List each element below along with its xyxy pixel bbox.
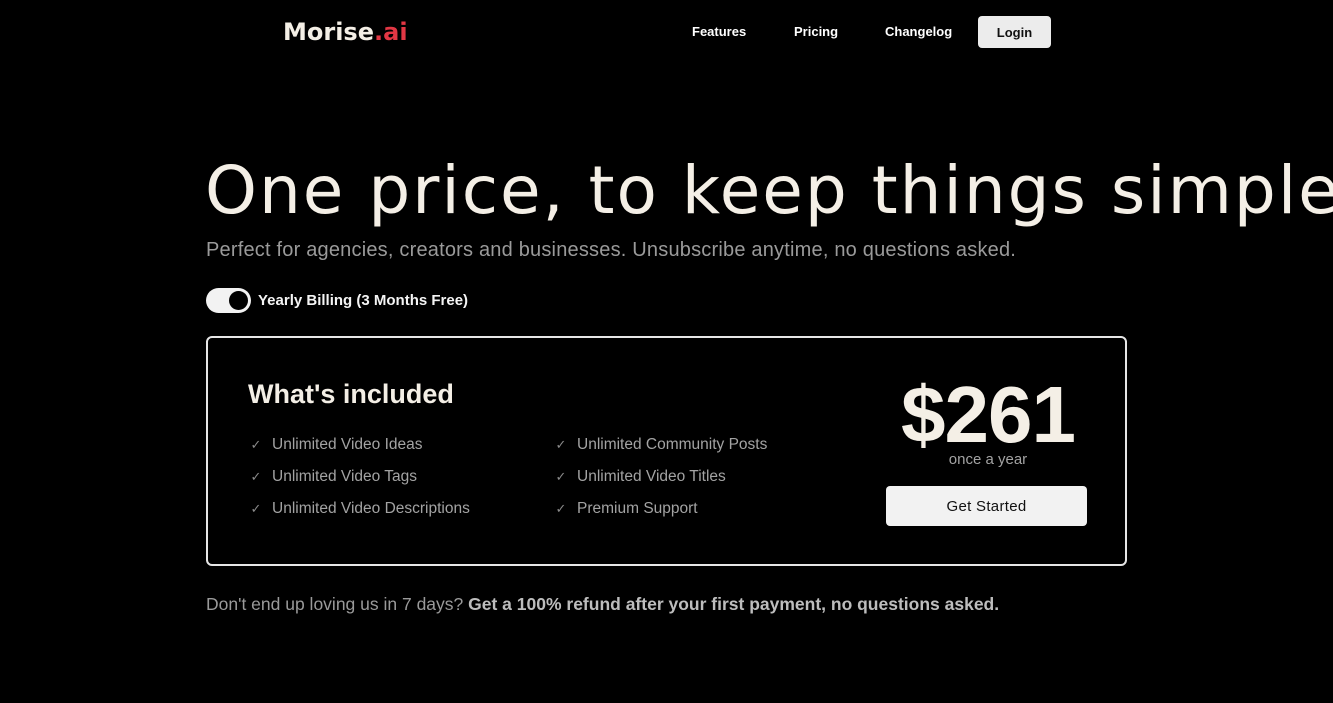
get-started-button[interactable]: Get Started: [886, 486, 1087, 526]
yearly-billing-label: Yearly Billing (3 Months Free): [258, 292, 469, 309]
nav-link-pricing[interactable]: Pricing: [794, 16, 838, 48]
refund-question: Don't end up loving us in 7 days?: [206, 594, 464, 614]
brand-logo[interactable]: Morise.ai: [283, 14, 408, 50]
feature-label: Premium Support: [577, 500, 698, 517]
refund-emphasis: Get a 100% refund after your first payme…: [468, 594, 1000, 614]
check-icon: ✓: [250, 501, 262, 516]
feature-label: Unlimited Video Titles: [577, 468, 726, 485]
feature-item: ✓ Unlimited Video Ideas: [248, 434, 423, 456]
feature-label: Unlimited Video Tags: [272, 468, 418, 485]
nav-link-changelog[interactable]: Changelog: [885, 16, 952, 48]
check-icon: ✓: [250, 437, 262, 452]
feature-label: Unlimited Video Descriptions: [272, 500, 470, 517]
yearly-billing-toggle[interactable]: [206, 288, 251, 313]
login-button[interactable]: Login: [978, 16, 1051, 48]
refund-note: Don't end up loving us in 7 days? Get a …: [206, 592, 999, 616]
hero-subtitle: Perfect for agencies, creators and busin…: [206, 239, 1017, 261]
pricing-page: Morise.ai Features Pricing Changelog Log…: [0, 0, 1333, 703]
brand-tld: ai: [383, 18, 408, 46]
feature-item: ✓ Premium Support: [553, 498, 698, 520]
feature-item: ✓ Unlimited Video Titles: [553, 466, 726, 488]
feature-item: ✓ Unlimited Video Tags: [248, 466, 418, 488]
price-period: once a year: [948, 451, 1028, 468]
feature-label: Unlimited Video Ideas: [272, 436, 423, 453]
check-icon: ✓: [555, 437, 567, 452]
hero-title: One price, to keep things simple: [205, 152, 1333, 229]
price-amount: $261: [901, 370, 1076, 459]
brand-dot: .: [374, 18, 384, 46]
pricing-card: What's included ✓ Unlimited Video Ideas ✓…: [206, 336, 1127, 566]
toggle-knob: [229, 291, 248, 310]
check-icon: ✓: [555, 469, 567, 484]
check-icon: ✓: [555, 501, 567, 516]
check-icon: ✓: [250, 469, 262, 484]
feature-label: Unlimited Community Posts: [577, 436, 768, 453]
nav-link-features[interactable]: Features: [692, 16, 746, 48]
brand-name: Morise: [283, 18, 374, 46]
feature-item: ✓ Unlimited Video Descriptions: [248, 498, 470, 520]
included-title: What's included: [248, 379, 454, 409]
feature-item: ✓ Unlimited Community Posts: [553, 434, 768, 456]
